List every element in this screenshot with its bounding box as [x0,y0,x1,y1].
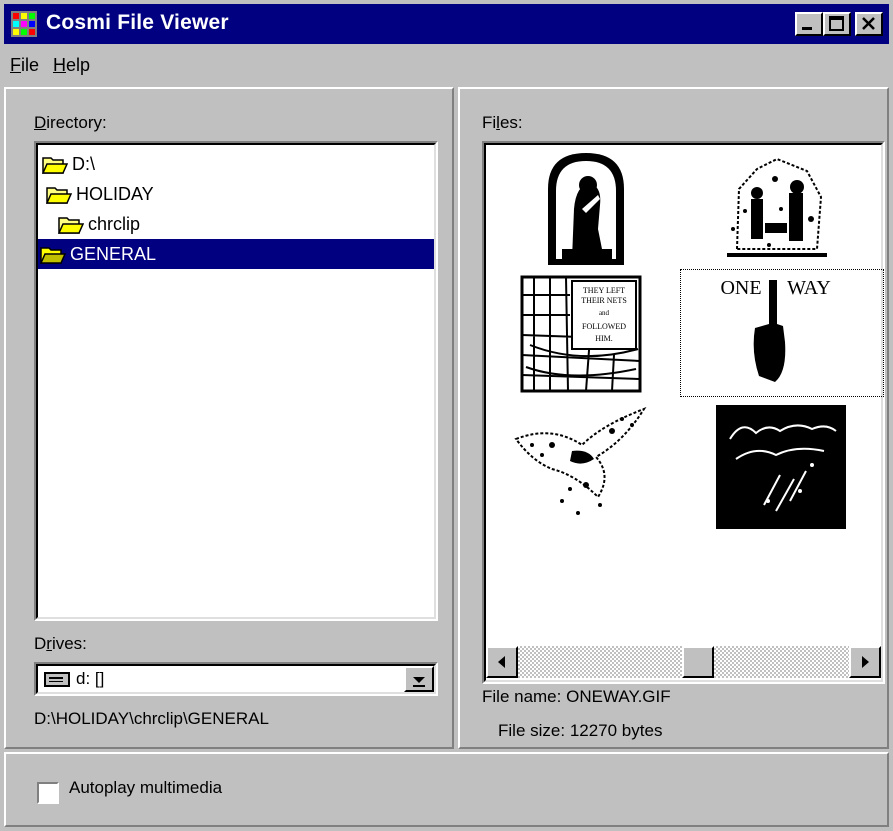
directory-item-label: GENERAL [70,244,157,264]
directory-item[interactable]: GENERAL [38,239,434,269]
open-folder-icon [40,247,66,264]
drive-value: d: [] [76,669,105,688]
praying-figure-thumbnail[interactable] [542,149,630,267]
scroll-right-button[interactable] [849,646,881,678]
scroll-left-button[interactable] [486,646,518,678]
thumb3-line5: HIM. [595,334,613,343]
arrow-right-icon [862,656,869,668]
file-name-label: File name: [482,687,562,706]
chevron-down-icon [413,677,425,687]
minimize-icon [802,27,812,30]
file-name-value: ONEWAY.GIF [566,687,671,706]
autoplay-checkbox[interactable] [37,782,59,804]
thumb3-line3: and [599,309,610,317]
files-label: Files: [482,113,523,132]
app-icon [11,11,37,37]
file-size-label: File size: [498,721,566,740]
title-bar[interactable]: Cosmi File Viewer [4,4,889,44]
nativity-sketch-thumbnail[interactable] [717,149,835,261]
oneway-thumbnail[interactable]: ONE WAY [680,269,884,397]
thumb3-line4: FOLLOWED [582,322,626,331]
drive-icon [44,672,70,687]
directory-item[interactable]: D:\ [38,149,434,179]
open-folder-icon [58,217,84,234]
dark-script-thumbnail[interactable] [716,405,846,529]
drives-label: Drives: [34,634,87,653]
minimize-button[interactable] [795,12,823,36]
thumb3-line1: THEY LEFT [583,286,625,295]
drive-dropdown-button[interactable] [404,666,434,692]
thumb3-line2: THEIR NETS [581,296,627,305]
files-view[interactable]: THEY LEFT THEIR NETS and FOLLOWED HIM. O… [482,141,885,684]
oneway-image: ONE WAY [720,277,831,382]
directory-item-label: HOLIDAY [76,184,154,204]
directory-item[interactable]: chrclip [38,209,434,239]
thumb4-one: ONE [720,277,761,299]
right-panel: Files: THEY LEFT THEIR NETS and FOLLOWED… [458,87,889,749]
open-folder-icon [46,187,72,204]
file-name-row: File name: ONEWAY.GIF [482,687,671,707]
menu-bar: File Help [4,46,889,84]
close-button[interactable] [855,12,883,36]
menu-file[interactable]: File [10,55,39,76]
file-size-value: 12270 bytes [569,721,663,740]
open-folder-icon [42,157,68,174]
menu-help[interactable]: Help [53,55,90,76]
thumb4-way: WAY [787,277,831,299]
directory-label: Directory: [34,113,107,132]
drive-select[interactable]: d: [] [34,662,438,696]
maximize-button[interactable] [823,12,851,36]
file-size-row: File size: 12270 bytes [498,721,662,741]
scroll-thumb[interactable] [682,646,714,678]
window-title: Cosmi File Viewer [46,11,229,34]
left-panel: Directory: D:\ HOLIDAY chrclip GENERAL Driv… [4,87,454,749]
app-window: Cosmi File Viewer File Help Directory: D… [0,0,893,831]
current-path: D:\HOLIDAY\chrclip\GENERAL [34,709,269,728]
they-left-their-nets-thumbnail[interactable]: THEY LEFT THEIR NETS and FOLLOWED HIM. [520,275,642,393]
autoplay-label[interactable]: Autoplay multimedia [69,778,222,798]
dove-thumbnail[interactable] [512,405,652,529]
directory-list[interactable]: D:\ HOLIDAY chrclip GENERAL [34,141,438,621]
close-icon [862,17,875,30]
directory-item[interactable]: HOLIDAY [38,179,434,209]
maximize-icon [829,16,844,31]
arrow-left-icon [498,656,505,668]
directory-item-label: chrclip [88,214,141,234]
directory-item-label: D:\ [72,154,96,174]
bottom-panel: Autoplay multimedia [4,752,889,827]
